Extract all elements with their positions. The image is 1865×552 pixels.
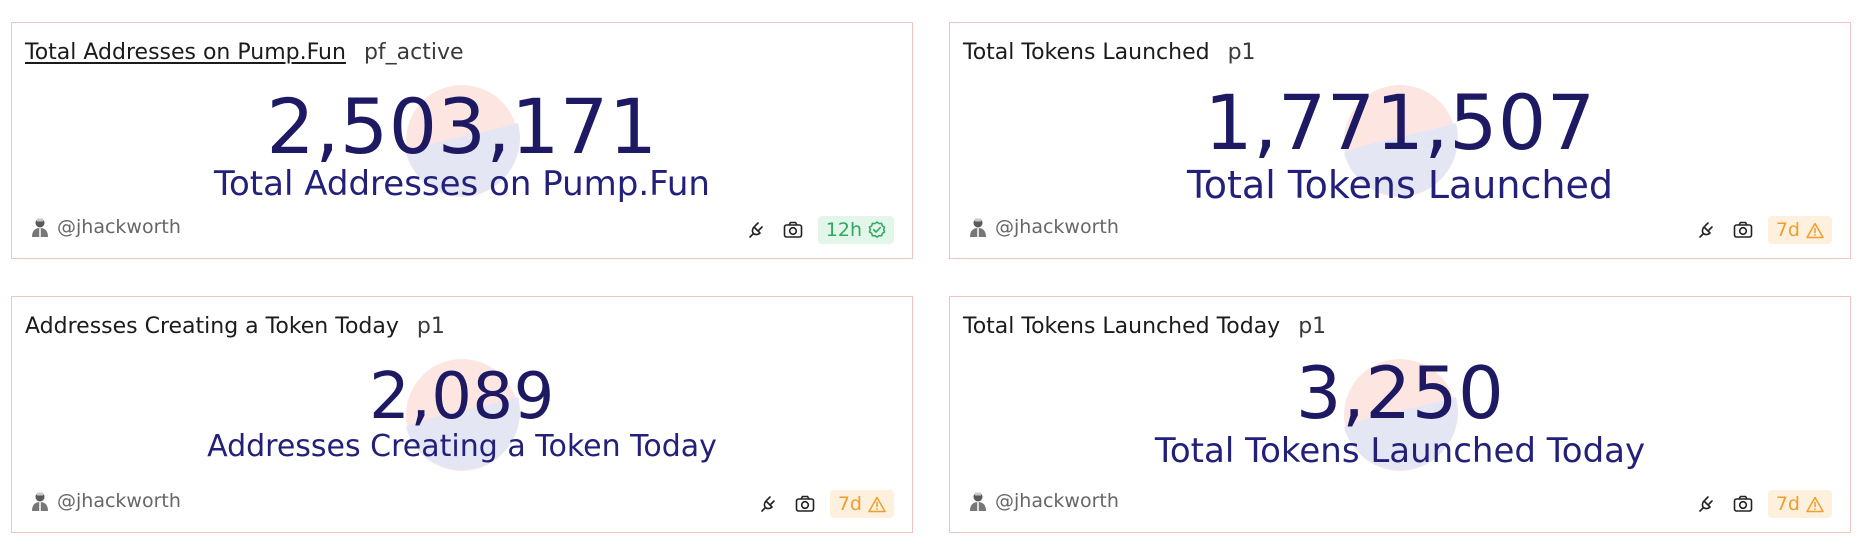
camera-icon[interactable] — [1732, 219, 1754, 241]
avatar-icon — [970, 218, 986, 237]
counter-value: 1,771,507 — [1204, 78, 1596, 167]
warning-icon — [868, 496, 886, 512]
warning-icon — [1806, 222, 1824, 238]
card-actions: 12h — [746, 216, 894, 244]
card-header: Total Tokens Launched Today p1 — [963, 314, 1326, 339]
camera-icon[interactable] — [794, 493, 816, 515]
avatar-icon — [32, 492, 48, 511]
freshness-text: 7d — [1775, 219, 1800, 241]
freshness-text: 12h — [825, 219, 862, 241]
freshness-badge[interactable]: 12h — [817, 216, 894, 244]
author[interactable]: @jhackworth — [31, 216, 181, 238]
query-tag: p1 — [1227, 40, 1256, 65]
author-handle: @jhackworth — [57, 216, 181, 238]
counter-value: 3,250 — [1295, 351, 1505, 435]
card-title[interactable]: Addresses Creating a Token Today — [25, 314, 399, 339]
freshness-badge[interactable]: 7d — [829, 490, 894, 518]
author-handle: @jhackworth — [995, 216, 1119, 238]
card-actions: 7d — [758, 490, 894, 518]
author-handle: @jhackworth — [995, 490, 1119, 512]
freshness-text: 7d — [837, 493, 862, 515]
card-title-link[interactable]: Total Addresses on Pump.Fun — [25, 40, 346, 65]
counter-value: 2,503,171 — [266, 82, 658, 171]
author-handle: @jhackworth — [57, 490, 181, 512]
freshness-badge[interactable]: 7d — [1767, 490, 1832, 518]
card-footer: @jhackworth 7d — [950, 216, 1850, 244]
author[interactable]: @jhackworth — [969, 490, 1119, 512]
card-actions: 7d — [1696, 216, 1832, 244]
card-header: Total Addresses on Pump.Fun pf_active — [25, 40, 464, 65]
counter-card-total-addresses: Total Addresses on Pump.Fun pf_active 2,… — [11, 22, 913, 259]
query-tag: p1 — [1298, 314, 1327, 339]
counter-card-tokens-launched-today: Total Tokens Launched Today p1 3,250 Tot… — [949, 296, 1851, 533]
query-tag: p1 — [416, 314, 445, 339]
card-footer: @jhackworth 7d — [12, 490, 912, 518]
card-footer: @jhackworth 12h — [12, 216, 912, 244]
avatar-icon — [970, 492, 986, 511]
card-actions: 7d — [1696, 490, 1832, 518]
embed-plug-icon[interactable] — [758, 493, 780, 515]
counter-card-total-tokens: Total Tokens Launched p1 1,771,507 Total… — [949, 22, 1851, 259]
freshness-badge[interactable]: 7d — [1767, 216, 1832, 244]
embed-plug-icon[interactable] — [1696, 219, 1718, 241]
embed-plug-icon[interactable] — [1696, 493, 1718, 515]
counter-value: 2,089 — [369, 360, 555, 434]
embed-plug-icon[interactable] — [746, 219, 768, 241]
camera-icon[interactable] — [1732, 493, 1754, 515]
card-footer: @jhackworth 7d — [950, 490, 1850, 518]
freshness-text: 7d — [1775, 493, 1800, 515]
warning-icon — [1806, 496, 1824, 512]
check-badge-icon — [868, 221, 886, 238]
camera-icon[interactable] — [782, 219, 804, 241]
counter-label: Total Addresses on Pump.Fun — [214, 164, 710, 204]
author[interactable]: @jhackworth — [31, 490, 181, 512]
card-title[interactable]: Total Tokens Launched Today — [963, 314, 1280, 339]
avatar-icon — [32, 218, 48, 237]
card-title[interactable]: Total Tokens Launched — [963, 40, 1210, 65]
query-tag: pf_active — [363, 40, 464, 65]
card-header: Total Tokens Launched p1 — [963, 40, 1256, 65]
counter-label: Total Tokens Launched Today — [1154, 431, 1646, 471]
counter-label: Addresses Creating a Token Today — [207, 429, 717, 464]
card-header: Addresses Creating a Token Today p1 — [25, 314, 445, 339]
counter-label: Total Tokens Launched — [1187, 163, 1613, 207]
counter-card-addresses-creating-today: Addresses Creating a Token Today p1 2,08… — [11, 296, 913, 533]
author[interactable]: @jhackworth — [969, 216, 1119, 238]
